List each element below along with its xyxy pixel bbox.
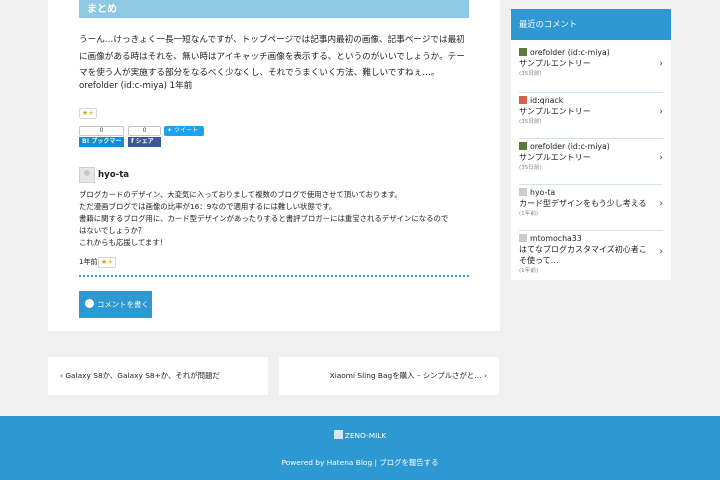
chevron-right-icon: ›: [659, 59, 663, 69]
add-star-button[interactable]: ★+: [79, 108, 97, 119]
speech-bubble-icon: [85, 299, 94, 308]
facebook-share[interactable]: 0 f シェア: [128, 126, 161, 147]
recent-comment-date: (35日前): [519, 119, 542, 125]
hatena-bookmark-share[interactable]: 0 B! ブックマーク: [79, 126, 124, 155]
recent-comment-date: (35日前): [519, 71, 542, 77]
commenter-name[interactable]: hyo-ta: [98, 170, 129, 180]
recent-comments-module: 最近のコメント orefolder (id:c-miya) サンプルエントリー …: [511, 9, 671, 280]
article-card: まとめ うーん…けっきょく一長一短なんですが、トップページでは記事内最初の画像、…: [48, 0, 500, 331]
facebook-share-button[interactable]: f シェア: [128, 137, 161, 147]
user-avatar-icon: [519, 142, 527, 150]
comment-divider: [79, 275, 469, 277]
comment-line: これからも応援してます！: [79, 238, 168, 247]
chevron-right-icon: ›: [659, 107, 663, 117]
recent-comment-user: orefolder (id:c-miya): [530, 142, 610, 151]
comment-line: ただ漫画ブログでは画像の比率が16：9なので適用するには難しい状態です。: [79, 202, 337, 211]
recent-comment-item[interactable]: mtomocha33 はてなブログカスタマイズ初心者こそ使って… (1年前) ›: [519, 231, 663, 275]
write-comment-button[interactable]: コメントを書く: [79, 291, 152, 318]
footer-blog-link[interactable]: ZENO-MILK: [0, 430, 720, 440]
recent-comment-item[interactable]: orefolder (id:c-miya) サンプルエントリー (35日前) ›: [519, 47, 663, 93]
next-entry-title: Xiaomi Sling Bagを購入 – シンプルさがと…: [329, 371, 482, 380]
section-heading-text: まとめ: [87, 4, 117, 15]
prev-entry-title: Galaxy S8か、Galaxy S8+か、それが問題だ: [65, 371, 220, 380]
blog-logo-icon: [333, 430, 343, 439]
user-avatar-icon: [519, 188, 527, 196]
footer-credit[interactable]: Powered by Hatena Blog | ブログを報告する: [0, 457, 720, 468]
recent-comment-date: (1年前): [519, 211, 539, 217]
comment-timestamp[interactable]: 1年前: [79, 257, 97, 267]
site-footer: ZENO-MILK Powered by Hatena Blog | ブログを報…: [0, 416, 720, 480]
recent-comment-date: (1年前): [519, 268, 539, 274]
chevron-right-icon: ›: [481, 371, 487, 380]
recent-comment-user: mtomocha33: [530, 234, 582, 243]
hatena-bookmark-button[interactable]: B! ブックマーク: [79, 137, 124, 155]
recent-comment-entry: サンプルエントリー: [519, 59, 591, 68]
recent-comment-item[interactable]: id:qnack サンプルエントリー (35日前) ›: [519, 93, 663, 139]
comment-star-button[interactable]: ★+: [98, 257, 116, 268]
comment-line: ブログカードのデザイン、大変気に入っておりまして複数のブログで使用させて頂いてお…: [79, 190, 402, 199]
recent-comment-date: (35日前): [519, 165, 542, 171]
recent-comment-user: id:qnack: [530, 96, 564, 105]
hatena-bookmark-count: 0: [79, 126, 124, 136]
article-body: うーん…けっきょく一長一短なんですが、トップページでは記事内最初の画像、記事ペー…: [79, 35, 465, 78]
recent-comment-entry: はてなブログカスタマイズ初心者こそ使って…: [519, 245, 647, 265]
recent-comment-user: hyo-ta: [530, 188, 556, 197]
recent-comments-title: 最近のコメント: [511, 9, 671, 40]
write-comment-label: コメントを書く: [97, 300, 149, 309]
recent-comment-item[interactable]: hyo-ta カード型デザインをもう少し考える (1年前) ›: [519, 185, 663, 231]
recent-comment-entry: カード型デザインをもう少し考える: [519, 199, 647, 208]
user-avatar-icon: [519, 234, 527, 242]
prev-entry-link[interactable]: ‹ Galaxy S8か、Galaxy S8+か、それが問題だ: [48, 357, 268, 395]
chevron-right-icon: ›: [659, 247, 663, 257]
comment-line: 書籍に関するブログ用に、カード型デザインがあったりすると書評ブロガーには重宝され…: [79, 214, 449, 223]
user-avatar-icon: [519, 48, 527, 56]
next-entry-link[interactable]: Xiaomi Sling Bagを購入 – シンプルさがと… ›: [279, 357, 499, 395]
recent-comment-entry: サンプルエントリー: [519, 153, 591, 162]
section-heading: まとめ: [79, 0, 469, 18]
tweet-button[interactable]: ✦ ツイート: [164, 126, 204, 136]
twitter-icon: ✦: [167, 127, 174, 134]
chevron-right-icon: ›: [659, 153, 663, 163]
commenter-avatar[interactable]: [79, 167, 95, 183]
facebook-share-count: 0: [128, 126, 161, 136]
recent-comment-item[interactable]: orefolder (id:c-miya) サンプルエントリー (35日前) ›: [519, 139, 663, 185]
comment-line: はないでしょうか？: [79, 226, 146, 235]
footer-blog-name: ZENO-MILK: [344, 431, 387, 440]
user-avatar-icon: [519, 96, 527, 104]
recent-comment-entry: サンプルエントリー: [519, 107, 591, 116]
recent-comment-user: orefolder (id:c-miya): [530, 48, 610, 57]
comment-body: ブログカードのデザイン、大変気に入っておりまして複数のブログで使用させて頂いてお…: [79, 189, 471, 249]
tweet-label: ツイート: [173, 127, 198, 134]
article-author-meta[interactable]: orefolder (id:c-miya) 1年前: [79, 79, 192, 91]
chevron-right-icon: ›: [659, 199, 663, 209]
